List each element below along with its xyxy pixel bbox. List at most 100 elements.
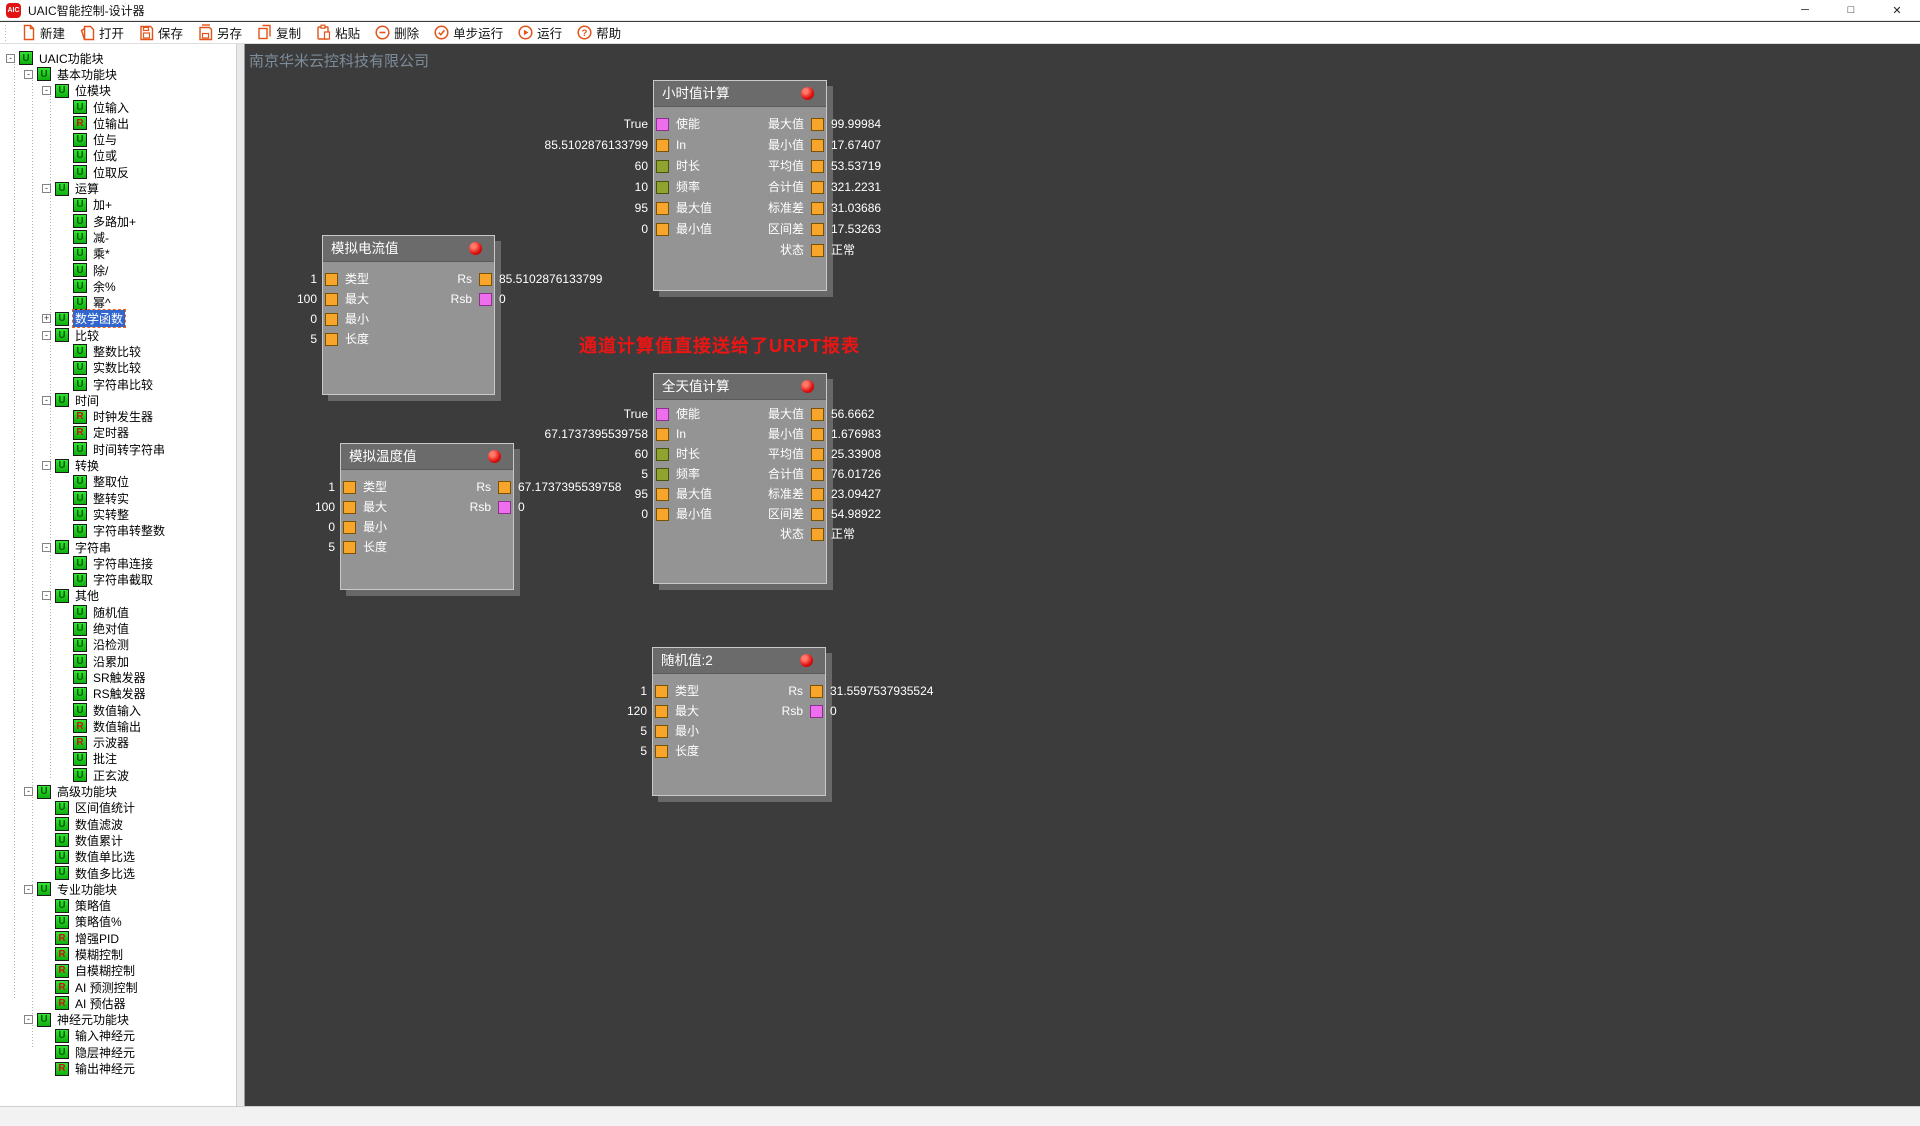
tree-item-字符串[interactable]: -U字符串 [0,539,236,555]
tree-item-区间值统计[interactable]: U区间值统计 [0,800,236,816]
tree-item-位输入[interactable]: U位输入 [0,99,236,115]
tree-item-沿累加[interactable]: U沿累加 [0,653,236,669]
toolbar-open-button[interactable]: 打开 [72,22,131,44]
output-port-Rs[interactable] [498,481,511,494]
tree-item-专业功能块[interactable]: -U专业功能块 [0,881,236,897]
tree-item-实转整[interactable]: U实转整 [0,506,236,522]
tree-item-字符串转整数[interactable]: U字符串转整数 [0,523,236,539]
tree-item-高级功能块[interactable]: -U高级功能块 [0,783,236,799]
collapse-icon[interactable]: - [24,1015,33,1024]
output-port-Rs[interactable] [810,685,823,698]
tree-item-数学函数[interactable]: +U数学函数 [0,311,236,327]
tree-item-隐层神经元[interactable]: U隐层神经元 [0,1044,236,1060]
tree-item-输出神经元[interactable]: R输出神经元 [0,1060,236,1076]
output-port-平均值[interactable] [811,160,824,173]
output-port-最大值[interactable] [811,118,824,131]
tree-item-减-[interactable]: U减- [0,229,236,245]
tree-item-加+[interactable]: U加+ [0,197,236,213]
output-port-区间差[interactable] [811,508,824,521]
tree-item-数值输入[interactable]: U数值输入 [0,702,236,718]
tree-item-数值滤波[interactable]: U数值滤波 [0,816,236,832]
tree-item-位模块[interactable]: -U位模块 [0,83,236,99]
collapse-icon[interactable]: - [42,591,51,600]
collapse-icon[interactable]: - [42,543,51,552]
output-port-最小值[interactable] [811,139,824,152]
tree-item-数值输出[interactable]: R数值输出 [0,718,236,734]
output-port-Rsb[interactable] [498,501,511,514]
tree-item-定时器[interactable]: R定时器 [0,425,236,441]
expand-icon[interactable]: + [42,314,51,323]
tree-item-RS触发器[interactable]: URS触发器 [0,686,236,702]
panel-splitter[interactable] [237,44,245,1106]
tree-item-多路加+[interactable]: U多路加+ [0,213,236,229]
tree-item-正玄波[interactable]: U正玄波 [0,767,236,783]
toolbar-delete-button[interactable]: 删除 [367,22,426,44]
tree-item-示波器[interactable]: R示波器 [0,734,236,750]
output-port-状态[interactable] [811,528,824,541]
close-button[interactable]: ✕ [1874,0,1920,21]
output-port-Rs[interactable] [479,273,492,286]
output-port-Rsb[interactable] [810,705,823,718]
tree-item-字符串比较[interactable]: U字符串比较 [0,376,236,392]
input-port-最小[interactable] [343,521,356,534]
tree-item-沿检测[interactable]: U沿检测 [0,637,236,653]
toolbar-paste-button[interactable]: 粘贴 [308,22,367,44]
tree-item-自模糊控制[interactable]: R自模糊控制 [0,963,236,979]
tree-item-整数比较[interactable]: U整数比较 [0,343,236,359]
output-port-标准差[interactable] [811,488,824,501]
tree-item-位与[interactable]: U位与 [0,131,236,147]
minimize-button[interactable]: ─ [1782,0,1828,21]
collapse-icon[interactable]: - [42,461,51,470]
input-port-最小[interactable] [325,313,338,326]
collapse-icon[interactable]: - [6,54,15,63]
tree-item-AI 预测控制[interactable]: RAI 预测控制 [0,979,236,995]
tree-item-其他[interactable]: -U其他 [0,588,236,604]
tree-item-幂^[interactable]: U幂^ [0,294,236,310]
toolbar-grip[interactable] [3,25,9,41]
output-port-最大值[interactable] [811,408,824,421]
collapse-icon[interactable]: - [24,70,33,79]
tree-item-实数比较[interactable]: U实数比较 [0,360,236,376]
tree-item-随机值[interactable]: U随机值 [0,604,236,620]
tree-item-整取位[interactable]: U整取位 [0,474,236,490]
tree-item-时间[interactable]: -U时间 [0,392,236,408]
toolbar-new-button[interactable]: 新建 [13,22,72,44]
design-canvas[interactable]: 南京华米云控科技有限公司 通道计算值直接送给了URPT报表 模拟电流值1类型10… [245,44,1920,1106]
input-port-长度[interactable] [325,333,338,346]
tree-item-数值单比选[interactable]: U数值单比选 [0,849,236,865]
output-port-状态[interactable] [811,244,824,257]
toolbar-help-button[interactable]: ?帮助 [569,22,628,44]
tree-item-输入神经元[interactable]: U输入神经元 [0,1028,236,1044]
output-port-标准差[interactable] [811,202,824,215]
tree-item-余%[interactable]: U余% [0,278,236,294]
tree-item-基本功能块[interactable]: -U基本功能块 [0,66,236,82]
tree-item-增强PID[interactable]: R增强PID [0,930,236,946]
output-port-区间差[interactable] [811,223,824,236]
input-port-长度[interactable] [343,541,356,554]
output-port-平均值[interactable] [811,448,824,461]
tree-item-字符串截取[interactable]: U字符串截取 [0,572,236,588]
tree-item-神经元功能块[interactable]: -U神经元功能块 [0,1012,236,1028]
tree-item-位输出[interactable]: R位输出 [0,115,236,131]
maximize-button[interactable]: □ [1828,0,1874,21]
tree-item-时钟发生器[interactable]: R时钟发生器 [0,409,236,425]
collapse-icon[interactable]: - [42,396,51,405]
output-port-Rsb[interactable] [479,293,492,306]
node-analog-temp[interactable]: 模拟温度值1类型100最大0最小5长度Rs67.1737395539758Rsb… [340,443,514,590]
tree-item-整转实[interactable]: U整转实 [0,490,236,506]
output-port-合计值[interactable] [811,181,824,194]
input-port-最小[interactable] [655,725,668,738]
tree-item-时间转字符串[interactable]: U时间转字符串 [0,441,236,457]
collapse-icon[interactable]: - [42,86,51,95]
tree-item-数值多比选[interactable]: U数值多比选 [0,865,236,881]
input-port-长度[interactable] [655,745,668,758]
tree-item-策略值%[interactable]: U策略值% [0,914,236,930]
output-port-最小值[interactable] [811,428,824,441]
node-day-calc[interactable]: 全天值计算True使能67.1737395539758In60时长5频率95最大… [653,373,827,584]
tree-item-运算[interactable]: -U运算 [0,180,236,196]
tree-item-转换[interactable]: -U转换 [0,457,236,473]
node-hour-calc[interactable]: 小时值计算True使能85.5102876133799In60时长10频率95最… [653,80,827,291]
tree-item-位或[interactable]: U位或 [0,148,236,164]
tree-item-策略值[interactable]: U策略值 [0,897,236,913]
collapse-icon[interactable]: - [42,184,51,193]
